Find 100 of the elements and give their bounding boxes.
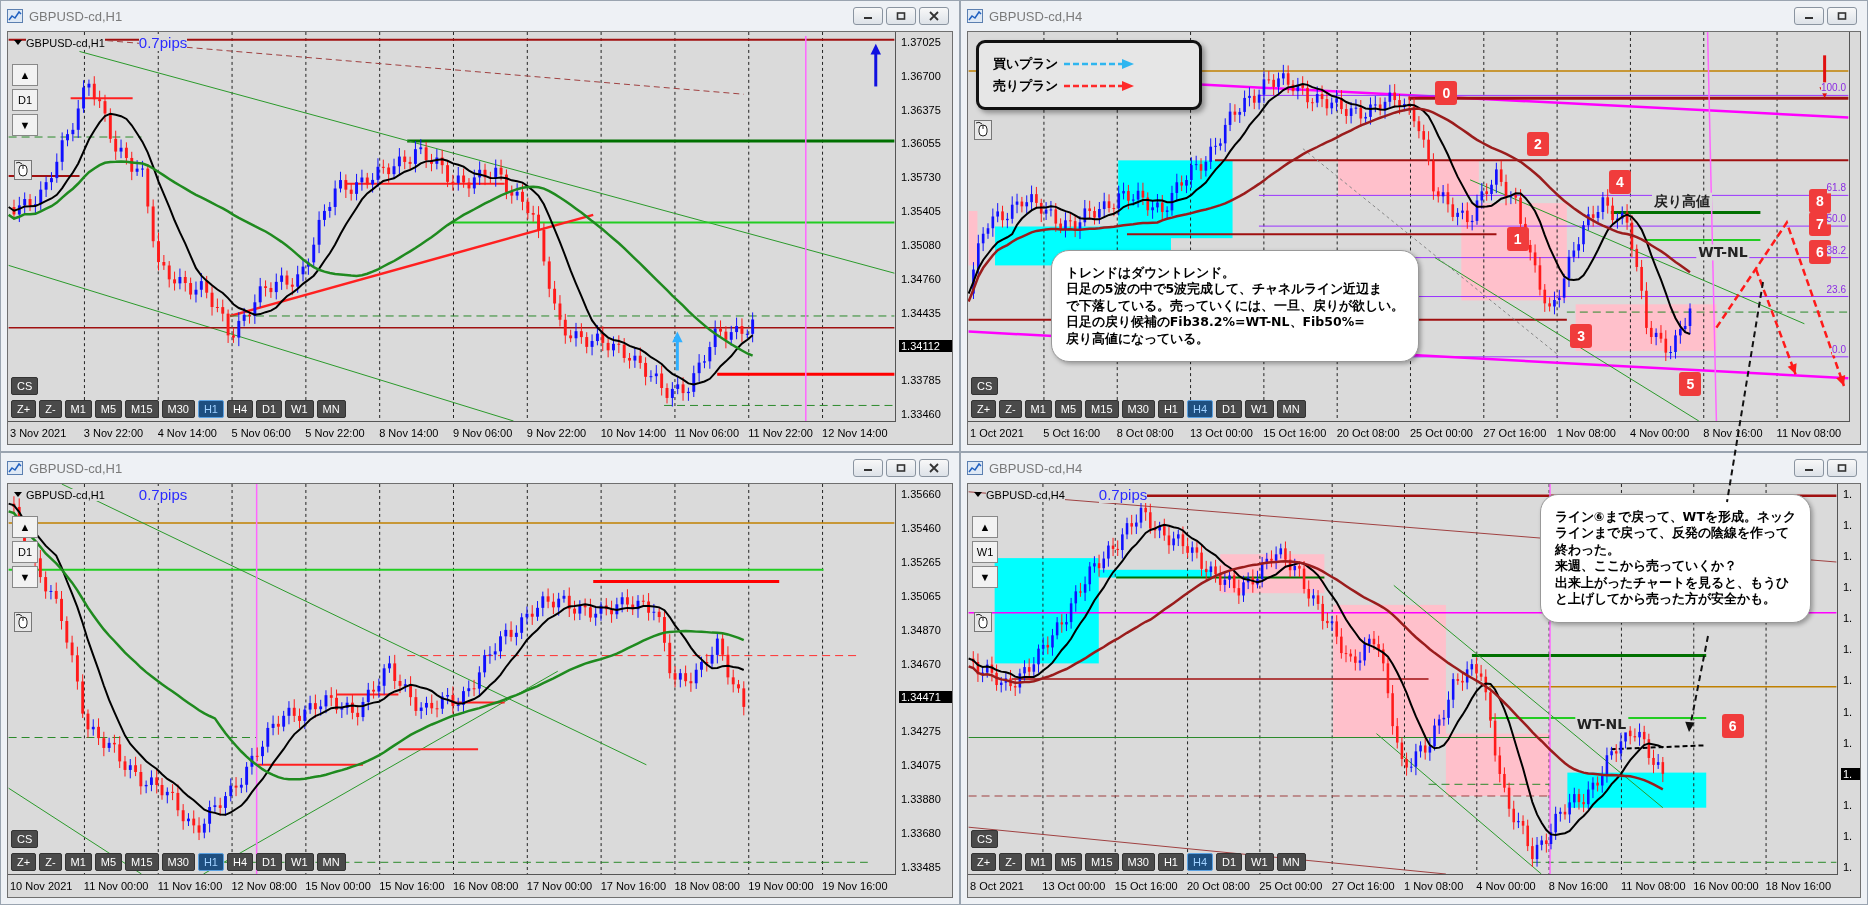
timeframe-button[interactable]: Z-: [39, 400, 62, 418]
timeframe-button[interactable]: W1: [285, 400, 314, 418]
legend-label: 買いプラン: [993, 55, 1058, 73]
timeframe-button[interactable]: D1: [1216, 853, 1243, 871]
cs-button[interactable]: CS: [11, 377, 39, 395]
timeframe-button[interactable]: M15: [1085, 853, 1119, 871]
timeframe-button[interactable]: D1: [1216, 400, 1243, 418]
timeframe-button[interactable]: M30: [161, 853, 195, 871]
period-button[interactable]: D1: [12, 89, 38, 111]
timeframe-button[interactable]: M1: [1024, 400, 1052, 418]
fib-level-label: 100.0: [1820, 82, 1846, 94]
price-label: 1.36055: [900, 137, 942, 150]
current-price-tag: 1.34112: [899, 340, 952, 353]
price-label: 1.: [1842, 705, 1854, 718]
timeframe-button[interactable]: M1: [64, 853, 92, 871]
scroll-up-button[interactable]: ▲: [12, 64, 38, 86]
comment-callout: ライン⑥まで戻って、WTを形成。ネック ラインまで戻って、反発の陰線を作って 終わった。 来週、ここから売っていくか？ 出来上がったチャートを見ると、もうひ と上げしてから売った方が安全かも。: [1540, 493, 1811, 623]
time-label: 20 Oct 08:00: [1187, 880, 1251, 892]
time-label: 11 Nov 06:00: [674, 427, 741, 439]
price-label: 1.33680: [900, 827, 942, 840]
price-label: 1.: [1842, 643, 1854, 656]
fib-level-label: 0.0: [1832, 344, 1846, 356]
time-label: 15 Oct 16:00: [1114, 880, 1179, 892]
time-label: 4 Nov 00:00: [1476, 880, 1537, 892]
timeframe-button[interactable]: H4: [227, 400, 254, 418]
timeframe-button[interactable]: M15: [1085, 400, 1119, 418]
timeframe-button[interactable]: MN: [1276, 400, 1306, 418]
timeframe-button[interactable]: M5: [94, 853, 123, 871]
timeframe-button[interactable]: M1: [1024, 853, 1052, 871]
timeframe-button[interactable]: D1: [256, 400, 283, 418]
timeframe-button[interactable]: M5: [1054, 853, 1083, 871]
time-label: 5 Oct 16:00: [1043, 427, 1102, 439]
scroll-down-button[interactable]: ▼: [12, 114, 38, 136]
timeframe-button[interactable]: M1: [64, 400, 92, 418]
scroll-down-button[interactable]: ▼: [12, 566, 38, 588]
timeframe-button[interactable]: MN: [316, 853, 346, 871]
timeframe-button[interactable]: H4: [1187, 400, 1214, 418]
timeframe-button[interactable]: H1: [1157, 853, 1184, 871]
timeframe-button[interactable]: M30: [1121, 853, 1155, 871]
timeframe-button[interactable]: M5: [94, 400, 123, 418]
timeframe-button[interactable]: M30: [161, 400, 195, 418]
window-title: GBPUSD-cd,H1: [29, 460, 124, 476]
wave-number-badge: 6: [1721, 713, 1744, 738]
legend-label: 売りプラン: [993, 77, 1058, 95]
price-label: 1.: [1842, 519, 1854, 532]
time-label: 18 Nov 08:00: [674, 880, 741, 892]
scroll-up-button[interactable]: ▲: [972, 516, 998, 538]
timeframe-button[interactable]: Z+: [971, 853, 997, 871]
time-label: 11 Nov 16:00: [157, 880, 224, 892]
price-label: 1.33785: [900, 374, 942, 387]
window-title: GBPUSD-cd,H1: [29, 8, 124, 24]
timeframe-button[interactable]: M5: [1054, 400, 1083, 418]
timeframe-button[interactable]: Z-: [999, 853, 1022, 871]
time-label: 12 Nov 14:00: [822, 427, 889, 439]
time-label: 17 Nov 00:00: [526, 880, 594, 892]
timeframe-button[interactable]: H1: [197, 853, 224, 871]
cs-button[interactable]: CS: [971, 377, 999, 395]
time-label: 15 Oct 16:00: [1263, 427, 1328, 439]
scroll-up-button[interactable]: ▲: [12, 516, 38, 538]
timeframe-button[interactable]: H1: [1157, 400, 1184, 418]
current-price-tag: 1.34471: [899, 691, 952, 704]
time-label: 27 Oct 16:00: [1331, 880, 1396, 892]
price-label: 1.36700: [900, 69, 942, 82]
timeframe-button[interactable]: M30: [1121, 400, 1155, 418]
time-label: 10 Nov 2021: [10, 880, 74, 892]
timeframe-button[interactable]: H4: [227, 853, 254, 871]
timeframe-button[interactable]: Z+: [11, 853, 37, 871]
time-label: 3 Nov 2021: [10, 427, 68, 439]
price-label: 1.34760: [900, 272, 942, 285]
wave-number-badge: 0: [1435, 81, 1458, 106]
timeframe-button[interactable]: H1: [197, 400, 224, 418]
price-label: 1.: [1842, 860, 1854, 873]
timeframe-button[interactable]: Z-: [999, 400, 1022, 418]
scroll-down-button[interactable]: ▼: [972, 566, 998, 588]
timeframe-button[interactable]: Z-: [39, 853, 62, 871]
timeframe-button[interactable]: M15: [125, 400, 159, 418]
timeframe-button[interactable]: MN: [1276, 853, 1306, 871]
timeframe-button[interactable]: W1: [285, 853, 314, 871]
timeframe-button[interactable]: Z+: [971, 400, 997, 418]
time-label: 27 Oct 16:00: [1483, 427, 1548, 439]
current-price-tag: 1.: [1841, 767, 1860, 780]
period-button[interactable]: D1: [12, 541, 38, 563]
time-label: 5 Nov 06:00: [231, 427, 292, 439]
wave-number-badge: 5: [1679, 372, 1702, 397]
timeframe-button[interactable]: W1: [1245, 853, 1274, 871]
timeframe-button[interactable]: H4: [1187, 853, 1214, 871]
timeframe-button[interactable]: MN: [316, 400, 346, 418]
timeframe-button[interactable]: M15: [125, 853, 159, 871]
timeframe-button[interactable]: W1: [1245, 400, 1274, 418]
period-button[interactable]: W1: [972, 541, 998, 563]
timeframe-button[interactable]: Z+: [11, 400, 37, 418]
price-label: 1.34275: [900, 725, 942, 738]
price-label: 1.36375: [900, 103, 942, 116]
level-label: WT-NL: [1696, 244, 1750, 260]
time-label: 11 Nov 08:00: [1620, 880, 1687, 892]
symbol-label: GBPUSD-cd,H4: [986, 488, 1065, 501]
timeframe-button[interactable]: D1: [256, 853, 283, 871]
time-label: 19 Nov 16:00: [822, 880, 889, 892]
cs-button[interactable]: CS: [11, 830, 39, 848]
cs-button[interactable]: CS: [971, 830, 999, 848]
